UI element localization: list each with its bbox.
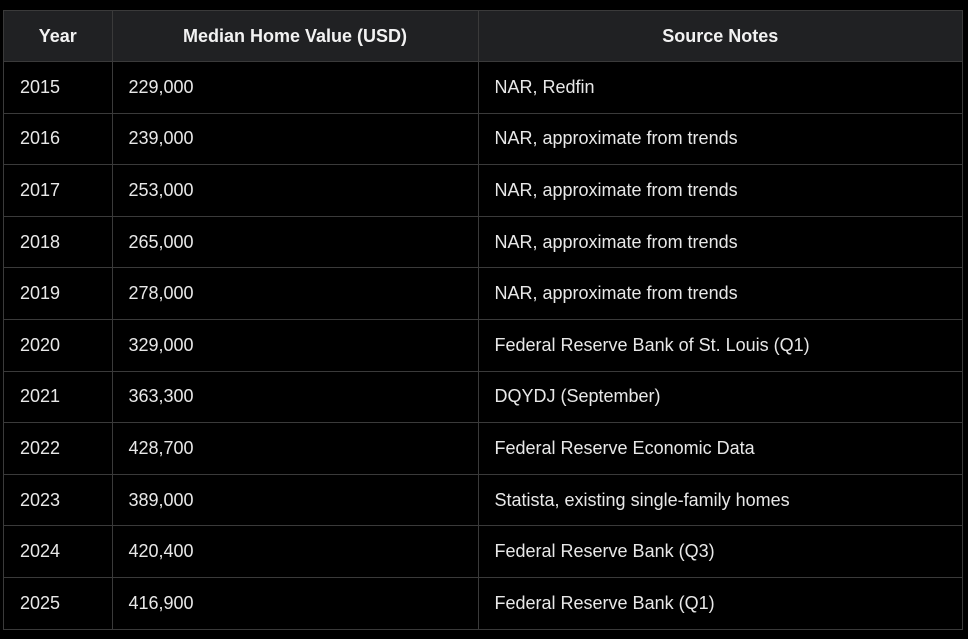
cell-source-notes: Federal Reserve Bank (Q3) [478,525,962,578]
cell-median-home-value: 278,000 [112,267,479,320]
cell-median-home-value: 239,000 [112,113,479,166]
cell-source-notes: Federal Reserve Economic Data [478,422,962,475]
table-row: 2016 239,000 NAR, approximate from trend… [4,113,962,166]
table-header-row: Year Median Home Value (USD) Source Note… [4,11,962,62]
cell-source-notes: Federal Reserve Bank (Q1) [494,592,715,613]
cell-source-notes: Federal Reserve Bank of St. Louis (Q1) [478,319,962,372]
cell-year: 2021 [4,371,113,424]
column-header-median-home-value: Median Home Value (USD) [112,11,479,62]
table-row: 2020 329,000 Federal Reserve Bank of St.… [4,319,962,372]
table-row: 2021 363,300 DQYDJ (September) [4,371,962,424]
cell-source-notes: NAR, approximate from trends [478,164,962,217]
column-header-year: Year [4,11,113,62]
cell-year: 2017 [4,164,113,217]
table-row: 2025 416,900 Federal Reserve Bank (Q1) [4,577,962,629]
cell-year: 2022 [4,422,113,475]
column-header-source-notes: Source Notes [478,11,962,62]
cell-source-notes: Statista, existing single-family homes [478,474,962,527]
cell-median-home-value: 363,300 [112,371,479,424]
cell-median-home-value: 428,700 [112,422,479,475]
cell-median-home-value: 389,000 [112,474,479,527]
cell-median-home-value: 416,900 [112,577,479,629]
cell-median-home-value: 265,000 [112,216,479,269]
cell-year: 2025 [4,577,113,629]
cell-source-notes: NAR, Redfin [478,61,962,114]
cell-year: 2020 [4,319,113,372]
cell-median-home-value: 253,000 [112,164,479,217]
cell-median-home-value: 229,000 [112,61,479,114]
cell-source-notes: NAR, approximate from trends [478,216,962,269]
table-row: 2024 420,400 Federal Reserve Bank (Q3) [4,525,962,578]
cell-median-home-value: 329,000 [112,319,479,372]
cell-year: 2018 [4,216,113,269]
cell-source-notes: NAR, approximate from trends [478,113,962,166]
home-value-table: Year Median Home Value (USD) Source Note… [4,11,962,629]
cell-year: 2023 [4,474,113,527]
table-row: 2019 278,000 NAR, approximate from trend… [4,267,962,320]
table-row: 2018 265,000 NAR, approximate from trend… [4,216,962,269]
cell-year: 2024 [4,525,113,578]
cell-year: 2019 [4,267,113,320]
home-value-table-container: Year Median Home Value (USD) Source Note… [3,10,963,630]
table-row: 2023 389,000 Statista, existing single-f… [4,474,962,527]
cell-source-notes: NAR, approximate from trends [478,267,962,320]
table-row: 2022 428,700 Federal Reserve Economic Da… [4,422,962,475]
cell-source-notes: DQYDJ (September) [478,371,962,424]
table-row: 2017 253,000 NAR, approximate from trend… [4,164,962,217]
cell-year: 2016 [4,113,113,166]
cell-year: 2015 [4,61,113,114]
cell-median-home-value: 420,400 [112,525,479,578]
table-row: 2015 229,000 NAR, Redfin [4,61,962,114]
